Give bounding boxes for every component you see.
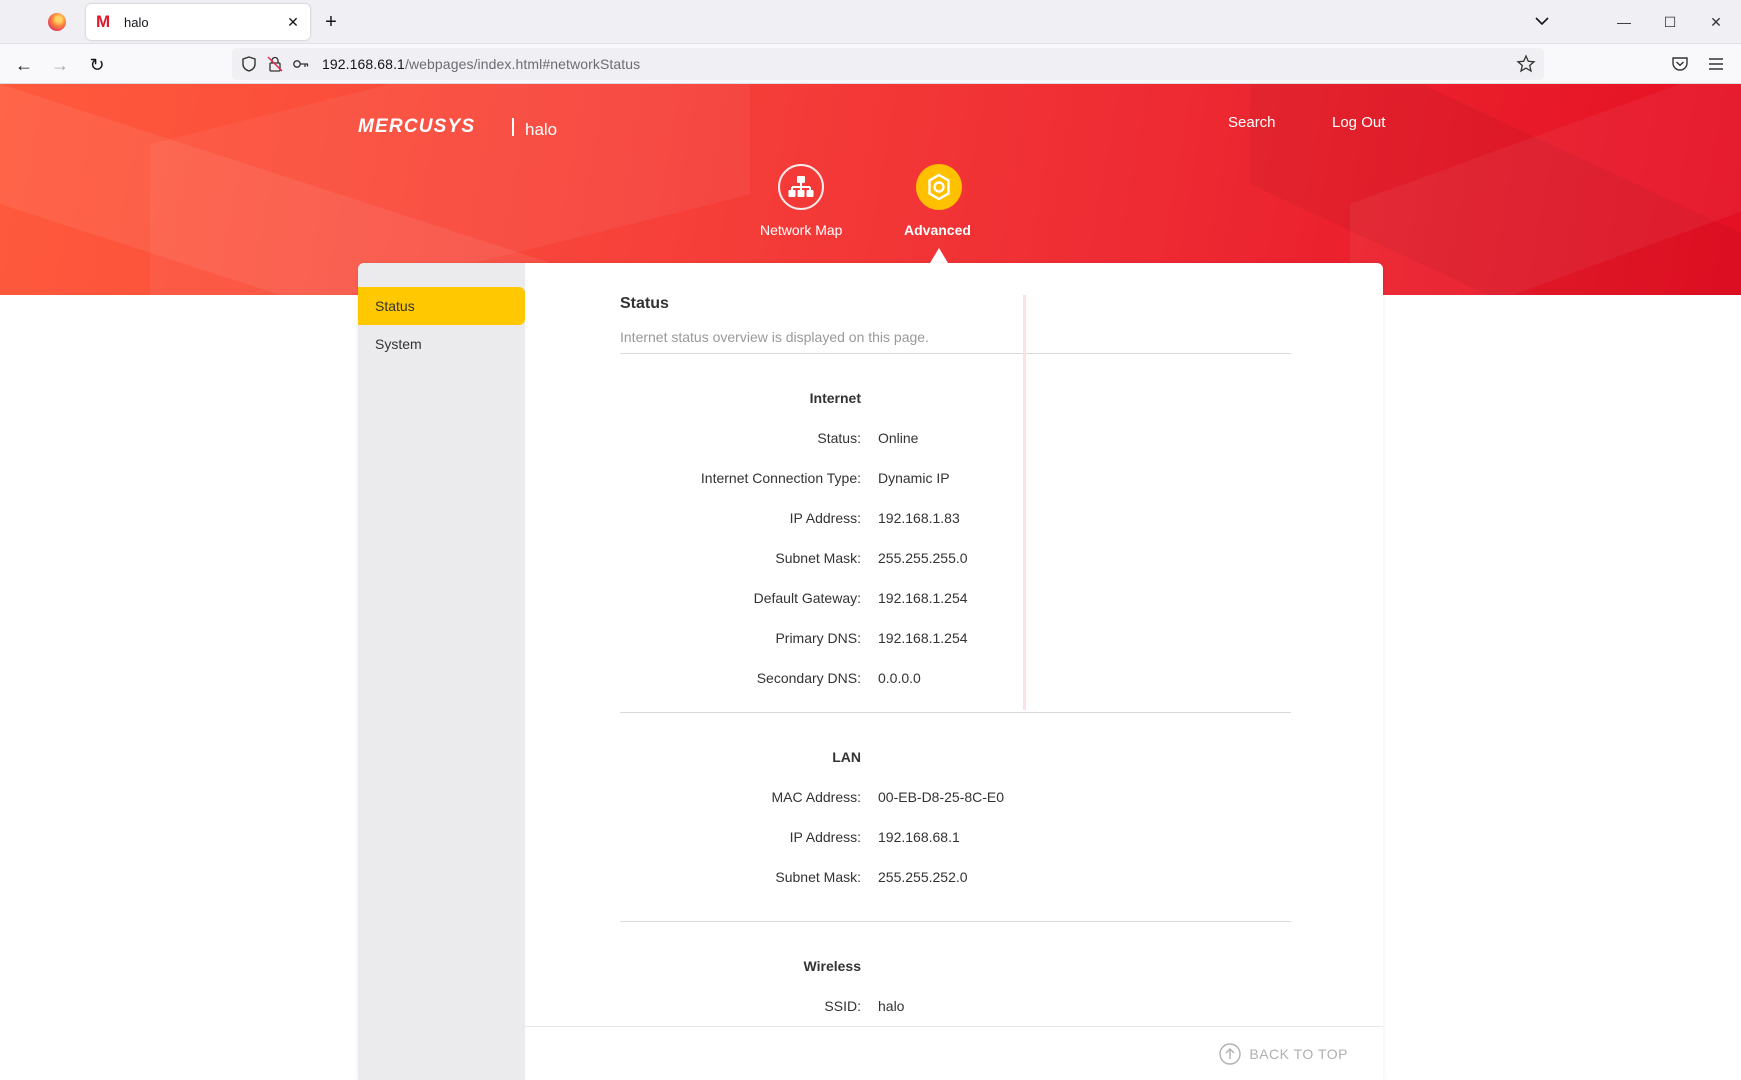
sidebar-item-system[interactable]: System — [358, 325, 525, 363]
url-path: /webpages/index.html#networkStatus — [404, 56, 641, 72]
row-label: MAC Address: — [771, 789, 861, 805]
wireless-section-title: Wireless — [803, 958, 861, 974]
info-row: IP Address: 192.168.1.83 — [525, 510, 1383, 530]
mercusys-favicon-icon: M — [96, 12, 111, 31]
page-description: Internet status overview is displayed on… — [620, 329, 929, 345]
info-row: Subnet Mask: 255.255.252.0 — [525, 869, 1383, 889]
shield-icon[interactable] — [240, 55, 258, 73]
bottom-bar: BACK TO TOP — [525, 1026, 1383, 1080]
row-value: 192.168.1.254 — [878, 630, 968, 646]
search-link[interactable]: Search — [1228, 114, 1276, 131]
back-to-top-label: BACK TO TOP — [1249, 1046, 1348, 1062]
main-panel: Status System Status Internet status ove… — [358, 263, 1383, 1080]
network-map-icon — [788, 176, 814, 197]
back-arrow-icon[interactable]: ← — [13, 54, 35, 76]
lan-section-title: LAN — [832, 749, 861, 765]
window-close-icon[interactable]: ✕ — [1706, 12, 1726, 32]
tab-title: halo — [124, 14, 149, 30]
info-row: MAC Address: 00-EB-D8-25-8C-E0 — [525, 789, 1383, 809]
reload-icon[interactable]: ↻ — [86, 54, 108, 76]
browser-nav-bar: ← → ↻ 192.168.68.1/webpages/index.html#n… — [0, 44, 1741, 84]
gear-icon — [928, 173, 950, 201]
row-label: Status: — [817, 430, 861, 446]
info-row: Primary DNS: 192.168.1.254 — [525, 630, 1383, 650]
divider — [620, 712, 1291, 713]
star-icon[interactable] — [1516, 54, 1536, 74]
row-value: Dynamic IP — [878, 470, 950, 486]
row-label: Subnet Mask: — [775, 550, 861, 566]
info-row: Status: Online — [525, 430, 1383, 450]
row-label: IP Address: — [789, 510, 861, 526]
advanced-button[interactable] — [916, 164, 962, 210]
model-name: halo — [525, 120, 558, 139]
browser-tab-bar: M halo ✕ + — ☐ ✕ — [0, 0, 1741, 44]
row-value: 192.168.1.254 — [878, 590, 968, 606]
row-value: 192.168.1.83 — [878, 510, 960, 526]
row-label: Default Gateway: — [753, 590, 861, 606]
active-nav-pointer — [930, 248, 948, 263]
back-to-top-button[interactable]: BACK TO TOP — [1219, 1043, 1348, 1065]
row-label: IP Address: — [789, 829, 861, 845]
row-value: Online — [878, 430, 919, 446]
row-value: 192.168.68.1 — [878, 829, 960, 845]
status-content: Status Internet status overview is displ… — [525, 263, 1383, 1080]
sidebar-item-status[interactable]: Status — [358, 287, 525, 325]
pocket-icon[interactable] — [1670, 54, 1690, 74]
key-icon[interactable] — [292, 55, 310, 73]
maximize-icon[interactable]: ☐ — [1660, 12, 1680, 32]
browser-tab[interactable]: M halo ✕ — [86, 4, 310, 40]
arrow-up-circle-icon — [1219, 1043, 1242, 1065]
plus-icon[interactable]: + — [320, 11, 342, 33]
close-icon[interactable]: ✕ — [284, 13, 302, 31]
info-row: SSID: halo — [525, 998, 1383, 1018]
firefox-icon[interactable] — [48, 13, 66, 31]
row-value: 255.255.252.0 — [878, 869, 968, 885]
hamburger-menu-icon[interactable] — [1706, 54, 1726, 74]
scrollbar-track[interactable] — [1023, 295, 1026, 710]
row-label: SSID: — [824, 998, 861, 1014]
minimize-icon[interactable]: — — [1614, 12, 1634, 32]
info-row: Default Gateway: 192.168.1.254 — [525, 590, 1383, 610]
info-row: IP Address: 192.168.68.1 — [525, 829, 1383, 849]
tracking-lock-icon[interactable] — [266, 55, 284, 73]
logout-link[interactable]: Log Out — [1332, 114, 1385, 131]
row-value: 0.0.0.0 — [878, 670, 921, 686]
forward-arrow-icon[interactable]: → — [49, 54, 71, 76]
internet-section-title: Internet — [809, 390, 861, 406]
row-label: Secondary DNS: — [756, 670, 861, 686]
info-row: Internet Connection Type: Dynamic IP — [525, 470, 1383, 490]
network-map-button[interactable] — [778, 164, 824, 210]
row-value: halo — [878, 998, 905, 1014]
info-row: Subnet Mask: 255.255.255.0 — [525, 550, 1383, 570]
row-value: 255.255.255.0 — [878, 550, 968, 566]
brand-logo: MERCUSYS — [358, 116, 476, 137]
row-label: Internet Connection Type: — [700, 470, 861, 486]
logo-separator — [512, 118, 514, 136]
sidebar: Status System — [358, 263, 525, 1080]
row-value: 00-EB-D8-25-8C-E0 — [878, 789, 1005, 805]
divider — [620, 921, 1291, 922]
info-row: Secondary DNS: 0.0.0.0 — [525, 670, 1383, 690]
chevron-down-icon[interactable] — [1533, 12, 1551, 30]
row-label: Subnet Mask: — [775, 869, 861, 885]
nav-network-map-label[interactable]: Network Map — [760, 222, 842, 238]
page-title: Status — [620, 295, 669, 312]
url-bar[interactable]: 192.168.68.1/webpages/index.html#network… — [232, 48, 1544, 80]
url-text[interactable]: 192.168.68.1/webpages/index.html#network… — [322, 56, 640, 72]
row-label: Primary DNS: — [775, 630, 861, 646]
nav-advanced-label[interactable]: Advanced — [904, 222, 971, 238]
url-host: 192.168.68.1 — [322, 56, 405, 72]
divider — [620, 353, 1291, 354]
